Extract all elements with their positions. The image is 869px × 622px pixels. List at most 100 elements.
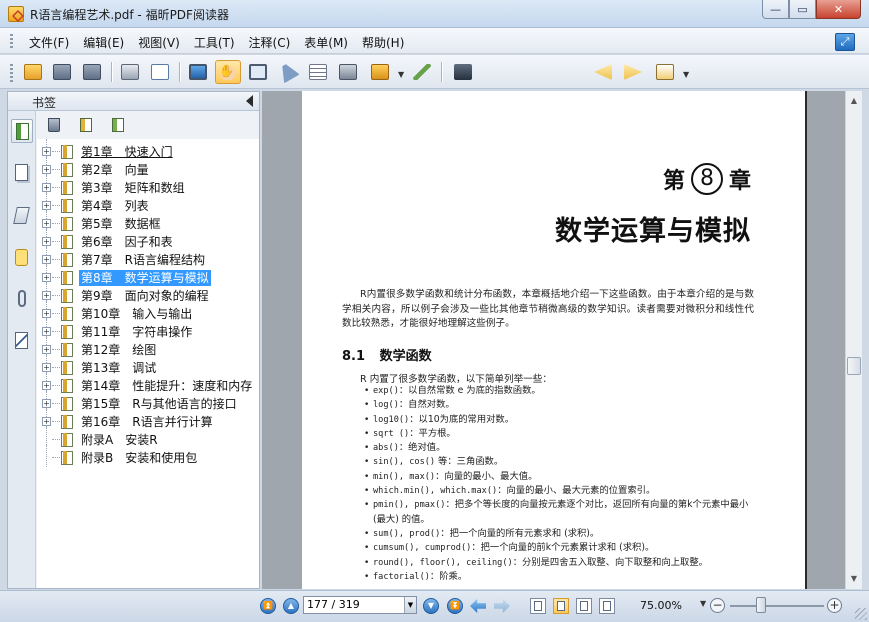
print-button[interactable]	[117, 60, 143, 84]
bookmark-item[interactable]: + 第10章 输入与输出	[41, 301, 257, 323]
find-prev-button[interactable]	[590, 60, 616, 84]
email-button[interactable]	[147, 60, 173, 84]
open-button[interactable]	[20, 60, 46, 84]
add-bookmark-button[interactable]	[77, 116, 95, 134]
highlight-button[interactable]	[652, 60, 678, 84]
bookmark-item[interactable]: + 第2章 向量	[41, 157, 257, 179]
expand-icon[interactable]: +	[42, 363, 51, 372]
tab-pages[interactable]	[11, 161, 33, 185]
zoom-slider-thumb[interactable]	[756, 597, 766, 613]
expand-icon[interactable]: +	[42, 327, 51, 336]
bookmark-item[interactable]: + 第3章 矩阵和数组	[41, 175, 257, 197]
continuous-layout-icon[interactable]	[553, 598, 569, 614]
bookmark-item[interactable]: 附录A 安装R	[41, 427, 257, 449]
find-button[interactable]	[450, 60, 476, 84]
page-number-field[interactable]: 177 / 319 ▼	[303, 596, 417, 614]
add-child-bookmark-button[interactable]	[109, 116, 127, 134]
menu-edit[interactable]: 编辑(E)	[76, 34, 131, 51]
menu-forms[interactable]: 表单(M)	[297, 34, 355, 51]
bookmark-item[interactable]: + 第8章 数学运算与模拟	[41, 265, 257, 287]
document-viewport[interactable]: 第 8 章 数学运算与模拟 R内置很多数学函数和统计分布函数，本章概括地介绍一下…	[262, 91, 845, 589]
menu-grip-icon[interactable]	[10, 34, 13, 48]
scroll-down-icon[interactable]: ▼	[846, 571, 862, 587]
collapse-sidebar-icon[interactable]	[246, 95, 253, 107]
expand-icon[interactable]: +	[42, 309, 51, 318]
snapshot-button[interactable]	[335, 60, 361, 84]
expand-icon[interactable]: +	[42, 165, 51, 174]
bookmark-item[interactable]: 附录B 安装和使用包	[41, 445, 257, 467]
bookmark-item[interactable]: + 第15章 R与其他语言的接口	[41, 391, 257, 413]
save-as-button[interactable]	[79, 60, 105, 84]
facing-layout-icon[interactable]	[576, 598, 592, 614]
expand-icon[interactable]: +	[42, 345, 51, 354]
go-forward-icon[interactable]	[494, 599, 510, 613]
scroll-thumb[interactable]	[847, 357, 861, 375]
delete-bookmark-button[interactable]	[45, 116, 63, 134]
bookmark-item[interactable]: + 第7章 R语言编程结构	[41, 247, 257, 269]
expand-icon[interactable]: +	[42, 147, 51, 156]
text-select-button[interactable]	[305, 60, 331, 84]
bookmark-item[interactable]: + 第6章 因子和表	[41, 229, 257, 251]
zoom-in-icon[interactable]: +	[827, 598, 842, 613]
prev-page-icon[interactable]: ▲	[283, 598, 299, 614]
menu-file[interactable]: 文件(F)	[22, 34, 76, 51]
vertical-scrollbar[interactable]: ▲ ▼	[845, 91, 862, 589]
expand-icon[interactable]: +	[42, 183, 51, 192]
close-button[interactable]: ✕	[816, 0, 861, 19]
zoom-slider-track[interactable]	[730, 605, 824, 607]
bookmark-item[interactable]: + 第14章 性能提升：速度和内存	[41, 373, 257, 395]
pen-button[interactable]	[409, 60, 435, 84]
continuous-facing-layout-icon[interactable]	[599, 598, 615, 614]
bookmark-item[interactable]: + 第13章 调试	[41, 355, 257, 377]
next-page-icon[interactable]: ▼	[423, 598, 439, 614]
toolbar-grip-icon[interactable]	[10, 64, 13, 82]
bookmark-item[interactable]: + 第9章 面向对象的编程	[41, 283, 257, 305]
bookmark-item[interactable]: + 第4章 列表	[41, 193, 257, 215]
maximize-button[interactable]: ▭	[789, 0, 816, 19]
zoom-tool-button[interactable]	[245, 60, 271, 84]
bookmark-item[interactable]: + 第11章 字符串操作	[41, 319, 257, 341]
bookmark-item[interactable]: + 第16章 R语言并行计算	[41, 409, 257, 431]
find-next-button[interactable]	[620, 60, 646, 84]
highlight-dropdown-icon[interactable]: ▼	[683, 70, 689, 79]
fullscreen-button[interactable]	[185, 60, 211, 84]
zoom-level[interactable]: 75.00%	[640, 599, 682, 612]
expand-icon[interactable]: +	[42, 219, 51, 228]
select-tool-button[interactable]	[275, 60, 301, 84]
minimize-button[interactable]: —	[762, 0, 789, 19]
save-button[interactable]	[49, 60, 75, 84]
fullscreen-toggle-icon[interactable]: ⤢	[835, 33, 855, 51]
expand-icon[interactable]: +	[42, 399, 51, 408]
menu-tools[interactable]: 工具(T)	[187, 34, 242, 51]
expand-icon[interactable]: +	[42, 201, 51, 210]
scroll-up-icon[interactable]: ▲	[846, 93, 862, 109]
bookmark-item[interactable]: + 第12章 绘图	[41, 337, 257, 359]
resize-grip-icon[interactable]	[855, 608, 867, 620]
expand-icon[interactable]: +	[42, 273, 51, 282]
hand-tool-button[interactable]: ✋	[215, 60, 241, 84]
zoom-out-icon[interactable]: −	[710, 598, 725, 613]
tab-bookmarks[interactable]	[11, 119, 33, 143]
menu-comments[interactable]: 注释(C)	[242, 34, 298, 51]
first-page-icon[interactable]: ⏫	[260, 598, 276, 614]
bookmark-item[interactable]: + 第5章 数据框	[41, 211, 257, 233]
expand-icon[interactable]: +	[42, 255, 51, 264]
tab-layers[interactable]	[11, 204, 33, 228]
menu-view[interactable]: 视图(V)	[131, 34, 187, 51]
bookmark-item[interactable]: + 第1章 快速入门	[41, 139, 257, 161]
expand-icon[interactable]: +	[42, 291, 51, 300]
expand-icon[interactable]: +	[42, 381, 51, 390]
single-page-layout-icon[interactable]	[530, 598, 546, 614]
tab-comments[interactable]	[11, 246, 33, 270]
last-page-icon[interactable]: ⏬	[447, 598, 463, 614]
tab-attachments[interactable]	[11, 287, 33, 311]
go-back-icon[interactable]	[470, 599, 486, 613]
tab-signatures[interactable]	[11, 329, 33, 353]
zoom-dropdown-icon[interactable]: ▼	[700, 599, 706, 608]
rms-dropdown-icon[interactable]: ▼	[398, 70, 404, 79]
page-dropdown-icon[interactable]: ▼	[404, 597, 416, 613]
expand-icon[interactable]: +	[42, 237, 51, 246]
expand-icon[interactable]: +	[42, 417, 51, 426]
rms-button[interactable]	[367, 60, 393, 84]
menu-help[interactable]: 帮助(H)	[355, 34, 411, 51]
